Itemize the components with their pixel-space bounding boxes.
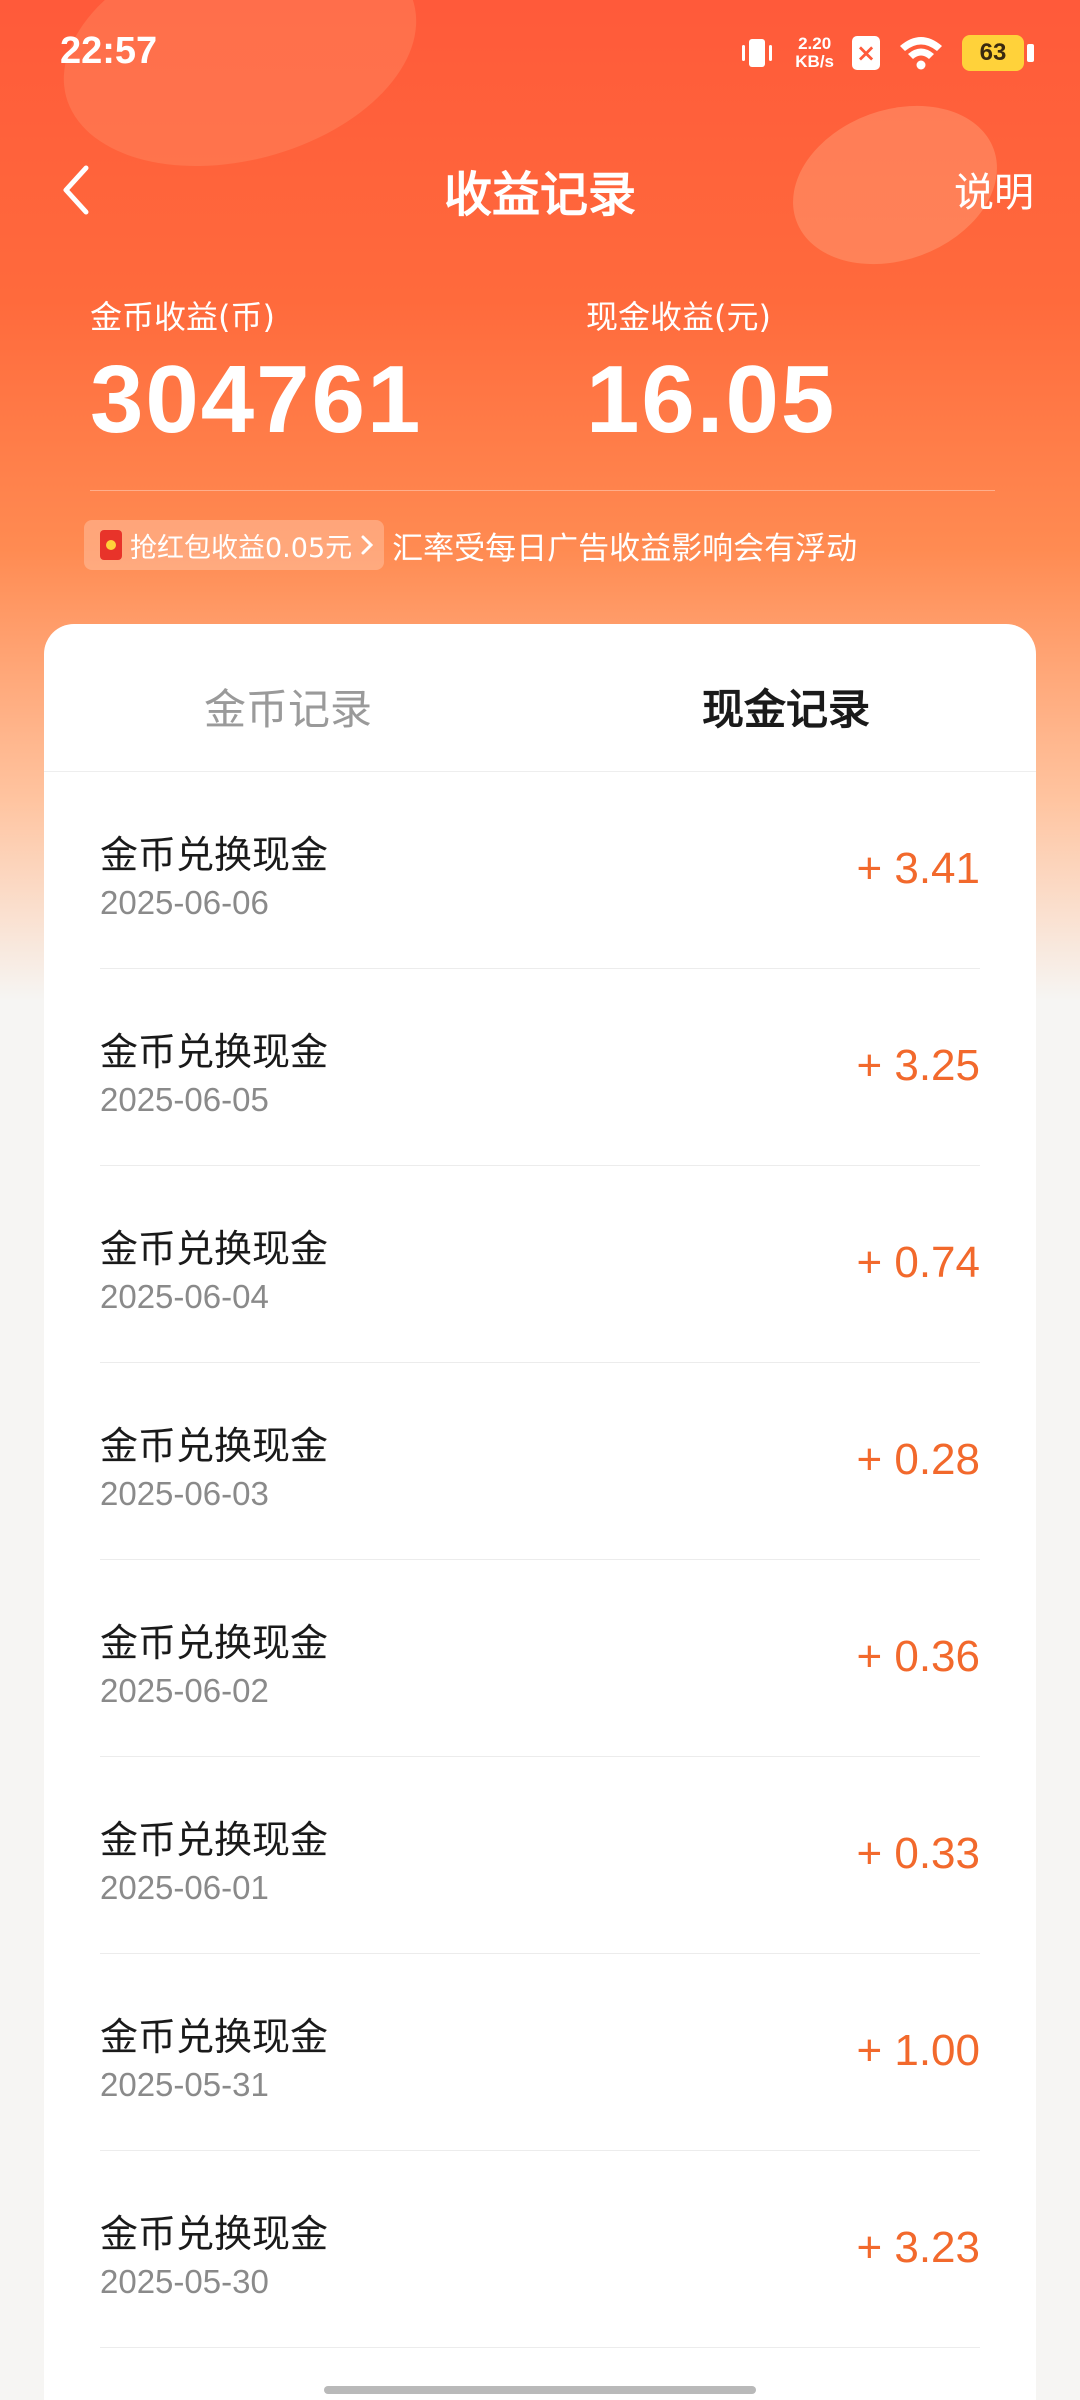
record-amount: + 0.28 [856, 1435, 980, 1484]
coin-earnings-value: 304761 [90, 346, 423, 453]
list-item[interactable]: 金币兑换现金 2025-06-03 + 0.28 [100, 1363, 980, 1560]
list-item[interactable]: 金币兑换现金 2025-05-30 + 3.23 [100, 2151, 980, 2348]
record-amount: + 0.33 [856, 1829, 980, 1878]
list-item[interactable]: 金币兑换现金 2025-06-02 + 0.36 [100, 1560, 980, 1757]
record-title: 金币兑换现金 [100, 833, 329, 877]
record-amount: + 3.41 [856, 844, 980, 893]
tab-coin-records[interactable]: 金币记录 [204, 676, 372, 737]
list-item[interactable]: 金币兑换现金 2025-05-31 + 1.00 [100, 1954, 980, 2151]
records-tabs: 金币记录 现金记录 [44, 624, 1036, 772]
tab-cash-records[interactable]: 现金记录 [702, 676, 870, 737]
record-title: 金币兑换现金 [100, 1030, 329, 1074]
record-date: 2025-06-03 [100, 1475, 269, 1512]
record-title: 金币兑换现金 [100, 2015, 329, 2059]
record-date: 2025-06-01 [100, 1869, 269, 1906]
red-packet-icon [100, 530, 122, 560]
record-date: 2025-06-05 [100, 1081, 269, 1118]
home-indicator[interactable] [324, 2386, 756, 2394]
record-title: 金币兑换现金 [100, 1621, 329, 1665]
record-title: 金币兑换现金 [100, 1424, 329, 1468]
coin-earnings-label: 金币收益(币) [90, 298, 275, 336]
notice-row: 抢红包收益0.05元 汇率受每日广告收益影响会有浮动 [84, 520, 857, 570]
network-speed: 2.20 KB/s [795, 34, 834, 71]
record-date: 2025-06-04 [100, 1278, 269, 1315]
list-item[interactable]: 金币兑换现金 2025-06-04 + 0.74 [100, 1166, 980, 1363]
record-amount: + 0.36 [856, 1632, 980, 1681]
records-card: 金币记录 现金记录 金币兑换现金 2025-06-06 + 3.41 金币兑换现… [44, 624, 1036, 2400]
record-title: 金币兑换现金 [100, 1227, 329, 1271]
battery-indicator: 63 [962, 35, 1034, 71]
red-packet-earnings-button[interactable]: 抢红包收益0.05元 [84, 520, 385, 570]
list-item[interactable]: 金币兑换现金 2025-06-05 + 3.25 [100, 969, 980, 1166]
record-amount: + 0.74 [856, 1238, 980, 1287]
exchange-rate-notice: 汇率受每日广告收益影响会有浮动 [392, 530, 858, 567]
record-date: 2025-06-06 [100, 884, 269, 921]
status-bar: 22:57 2.20 KB/s × 63 [0, 0, 1080, 110]
record-amount: + 3.23 [856, 2223, 980, 2272]
divider [90, 490, 995, 491]
chevron-right-icon [361, 535, 374, 555]
status-time: 22:57 [60, 30, 158, 72]
record-date: 2025-06-02 [100, 1672, 269, 1709]
no-sim-icon: × [852, 36, 880, 70]
record-title: 金币兑换现金 [100, 1818, 329, 1862]
record-title: 金币兑换现金 [100, 2212, 329, 2256]
vibrate-icon [742, 39, 773, 67]
record-date: 2025-05-31 [100, 2066, 269, 2103]
red-packet-label: 抢红包收益0.05元 [130, 532, 353, 564]
record-amount: + 3.25 [856, 1041, 980, 1090]
wifi-icon [900, 37, 942, 70]
cash-earnings-value: 16.05 [586, 346, 837, 453]
status-icons: 2.20 KB/s × 63 [737, 28, 1034, 78]
page-title: 收益记录 [443, 167, 636, 223]
record-date: 2025-05-30 [100, 2263, 269, 2300]
list-item[interactable]: 金币兑换现金 2025-06-06 + 3.41 [100, 772, 980, 969]
record-amount: + 1.00 [856, 2026, 980, 2075]
cash-records-list: 金币兑换现金 2025-06-06 + 3.41 金币兑换现金 2025-06-… [100, 772, 980, 2348]
explain-button[interactable]: 说明 [954, 160, 1034, 218]
cash-earnings-label: 现金收益(元) [586, 298, 771, 336]
list-item[interactable]: 金币兑换现金 2025-06-01 + 0.33 [100, 1757, 980, 1954]
